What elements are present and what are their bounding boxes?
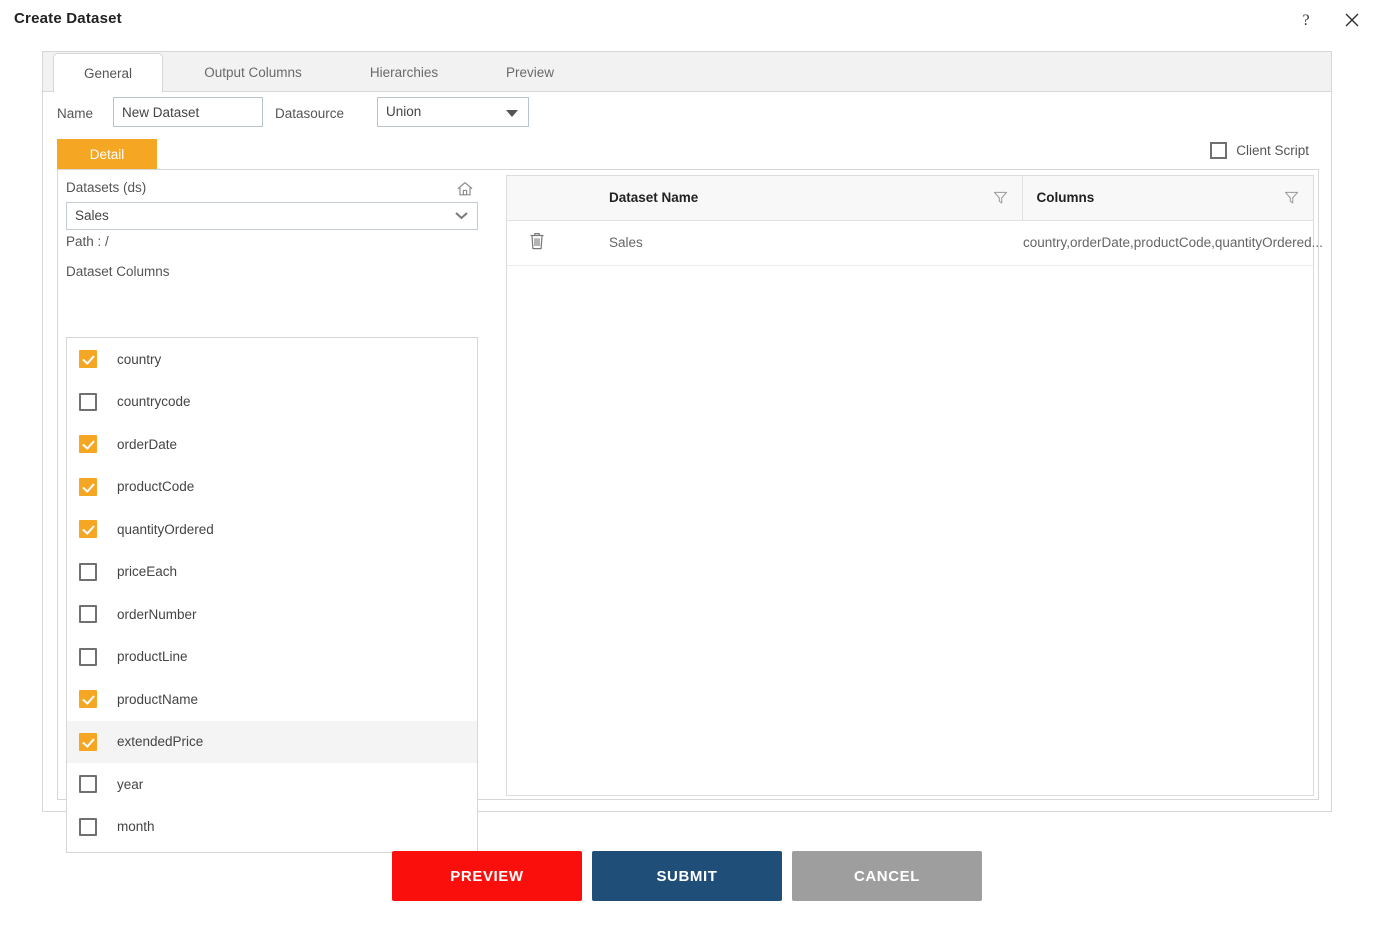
tab-preview-label: Preview [505,64,554,80]
dataset-column-checkbox[interactable] [79,435,97,454]
client-script-label: Client Script [1236,143,1309,158]
filter-icon-columns[interactable] [1284,190,1299,208]
datasource-select[interactable]: Union [377,97,529,127]
dataset-name-input[interactable] [113,97,263,127]
dataset-column-label: priceEach [117,564,178,580]
dataset-column-row[interactable]: country [67,338,477,381]
dataset-column-checkbox[interactable] [79,605,97,624]
dialog-title: Create Dataset [14,10,122,27]
client-script-checkbox[interactable] [1210,142,1228,159]
dataset-column-label: orderDate [117,436,178,452]
dataset-column-row[interactable]: priceEach [67,551,477,594]
tab-general-label: General [83,65,133,81]
help-icon[interactable]: ? [1292,6,1320,34]
datasets-table-head: Dataset Name Columns [507,176,1313,221]
dataset-column-checkbox[interactable] [79,392,97,411]
close-icon[interactable] [1338,6,1366,34]
dataset-column-label: orderNumber [117,606,197,622]
dataset-columns-label: Dataset Columns [66,264,170,279]
selected-datasets-panel: Dataset Name Columns Sales country,order… [506,175,1323,796]
home-icon[interactable] [453,177,477,201]
dataset-column-label: month [117,819,155,835]
submit-button[interactable]: SUBMIT [592,851,782,901]
dialog-titlebar: Create Dataset ? [0,0,1376,40]
tab-preview[interactable]: Preview [475,52,585,92]
dataset-column-label: year [117,776,144,792]
table-cell-dataset-name: Sales [567,220,1022,266]
trash-icon[interactable] [527,230,547,252]
svg-text:?: ? [1302,12,1309,29]
dialog-tabpanel: General Output Columns Hierarchies Previ… [42,51,1332,853]
table-cell-action [507,220,567,266]
dataset-column-checkbox[interactable] [79,520,97,539]
datasource-selected-value: Union [386,104,422,119]
preview-button[interactable]: PREVIEW [392,851,582,901]
table-header-row: Dataset Name Columns [507,176,1313,221]
table-header-action [507,176,567,221]
dataset-column-label: quantityOrdered [117,521,214,537]
dataset-column-label: extendedPrice [117,734,204,750]
name-label: Name [57,106,94,121]
datasets-label: Datasets (ds) [66,180,147,195]
dataset-column-label: productName [117,691,199,707]
caret-down-icon [506,110,518,117]
tab-output-columns-label: Output Columns [204,64,302,80]
datasets-left-pane: Datasets (ds) Sales Path : / Dataset Col… [58,170,506,853]
dataset-column-checkbox[interactable] [79,732,97,751]
dataset-column-row[interactable]: productLine [67,636,477,679]
dataset-columns-list[interactable]: country countrycode orderDate productCode qu… [66,337,478,853]
dataset-column-row[interactable]: productCode [67,466,477,509]
tab-hierarchies-label: Hierarchies [369,64,439,80]
table-header-dataset-name: Dataset Name [567,176,1023,221]
datasets-table-body: Sales country,orderDate,productCode,quant… [507,220,1323,266]
dataset-column-row[interactable]: orderNumber [67,593,477,636]
dataset-column-label: country [117,351,162,367]
tab-output-columns[interactable]: Output Columns [183,52,323,92]
create-dataset-dialog: Create Dataset ? General Output Columns … [0,0,1376,941]
dataset-column-checkbox[interactable] [79,350,97,369]
table-header-dataset-name-label: Dataset Name [609,190,699,206]
tab-hierarchies[interactable]: Hierarchies [343,52,465,92]
dataset-column-row[interactable]: year [67,763,477,806]
filter-icon-dataset-name[interactable] [993,190,1008,208]
dataset-column-label: productCode [117,479,195,495]
datasets-table: Dataset Name Columns Sales country,order… [507,176,1323,266]
dataset-column-row[interactable]: productName [67,678,477,721]
dataset-column-checkbox[interactable] [79,647,97,666]
dataset-column-checkbox[interactable] [79,477,97,496]
dataset-column-checkbox[interactable] [79,775,97,794]
datasource-label: Datasource [275,106,345,121]
table-row[interactable]: Sales country,orderDate,productCode,quant… [507,220,1323,266]
dataset-column-row[interactable]: extendedPrice [67,720,477,763]
table-header-columns-label: Columns [1036,190,1095,206]
path-text: Path : / [66,234,109,249]
tabstrip: General Output Columns Hierarchies Previ… [43,52,1331,93]
detail-body: Datasets (ds) Sales Path : / Dataset Col… [57,169,1323,853]
dataset-column-checkbox[interactable] [79,817,97,836]
dataset-column-row[interactable]: month [67,806,477,849]
dataset-column-label: productLine [117,649,188,665]
dataset-column-row[interactable]: quantityOrdered [67,508,477,551]
dataset-column-label: countrycode [117,394,191,410]
dataset-column-checkbox[interactable] [79,562,97,581]
detail-subtab-label: Detail [89,146,125,162]
dataset-column-row[interactable]: countrycode [67,381,477,424]
chevron-down-icon [456,212,467,219]
dataset-column-row[interactable]: orderDate [67,423,477,466]
dataset-selected-value: Sales [75,208,109,223]
detail-subtab[interactable]: Detail [57,139,157,169]
table-cell-columns: country,orderDate,productCode,quantityOr… [1022,220,1323,266]
dialog-footer: PREVIEW SUBMIT CANCEL [0,851,1376,903]
cancel-button[interactable]: CANCEL [792,851,982,901]
client-script-row[interactable]: Client Script [1210,142,1309,159]
dataset-select[interactable]: Sales [66,202,478,230]
dataset-column-checkbox[interactable] [79,690,97,709]
tab-general[interactable]: General [53,53,163,93]
table-header-columns: Columns [1022,176,1313,221]
